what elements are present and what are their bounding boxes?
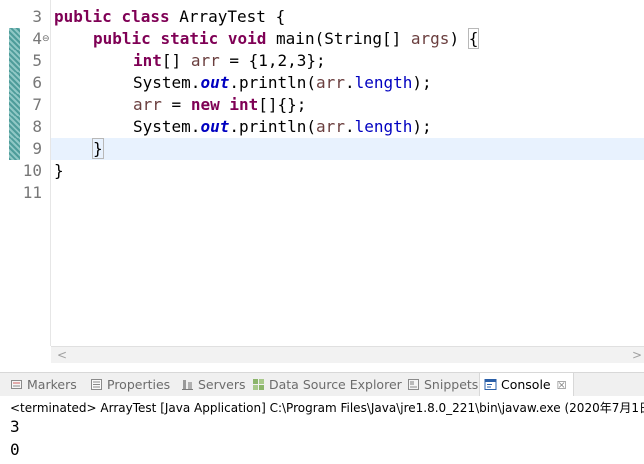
scroll-left-icon[interactable]: < bbox=[57, 347, 67, 363]
line-number: 10 bbox=[22, 161, 42, 180]
change-marker bbox=[9, 28, 20, 50]
change-marker bbox=[9, 50, 20, 72]
code-line[interactable]: 10 } bbox=[0, 160, 644, 182]
horizontal-scrollbar[interactable]: < > bbox=[51, 346, 644, 363]
scroll-right-icon[interactable]: > bbox=[632, 347, 642, 363]
console-view[interactable]: <terminated> ArrayTest [Java Application… bbox=[0, 396, 644, 464]
tab-servers[interactable]: Servers bbox=[181, 373, 246, 397]
code-line-current[interactable]: 9 } bbox=[0, 138, 644, 160]
properties-icon bbox=[90, 375, 103, 390]
code-line[interactable]: 5 int[] arr = {1,2,3}; bbox=[0, 50, 644, 72]
code-line[interactable]: 3 public class ArrayTest { bbox=[0, 6, 644, 28]
tab-snippets[interactable]: Snippets bbox=[407, 373, 478, 397]
change-marker bbox=[9, 138, 20, 160]
code-text: System.out.println(arr.length); bbox=[133, 117, 432, 136]
code-editor[interactable]: 2 3 public class ArrayTest { 4 ⊖ public … bbox=[0, 0, 644, 366]
code-line[interactable]: 7 arr = new int[]{}; bbox=[0, 94, 644, 116]
code-area[interactable]: } bbox=[51, 138, 644, 160]
code-area[interactable]: System.out.println(arr.length); bbox=[51, 116, 644, 138]
code-text: } bbox=[54, 161, 64, 180]
code-text: arr = new int[]{}; bbox=[133, 95, 307, 114]
code-line[interactable]: 8 System.out.println(arr.length); bbox=[0, 116, 644, 138]
tab-markers[interactable]: Markers bbox=[10, 373, 77, 397]
data-source-explorer-icon bbox=[252, 375, 265, 390]
code-area[interactable]: public class ArrayTest { bbox=[51, 6, 644, 28]
code-text: public class ArrayTest { bbox=[54, 7, 286, 26]
code-area[interactable]: int[] arr = {1,2,3}; bbox=[51, 50, 644, 72]
console-output-line: 3 bbox=[10, 417, 20, 436]
code-line[interactable]: 4 ⊖ public static void main(String[] arg… bbox=[0, 28, 644, 50]
code-area[interactable]: System.out.println(arr.length); bbox=[51, 72, 644, 94]
line-number: 6 bbox=[32, 73, 42, 92]
code-text: } bbox=[92, 138, 104, 159]
line-number: 8 bbox=[32, 117, 42, 136]
snippets-icon bbox=[407, 375, 420, 390]
change-marker bbox=[9, 72, 20, 94]
line-number: 3 bbox=[32, 7, 42, 26]
line-number: 7 bbox=[32, 95, 42, 114]
code-area[interactable]: public static void main(String[] args) { bbox=[51, 28, 644, 50]
tab-console[interactable]: Console ☒ bbox=[479, 373, 574, 398]
tab-properties[interactable]: Properties bbox=[90, 373, 170, 397]
line-number: 9 bbox=[32, 139, 42, 158]
tab-data-source-explorer[interactable]: Data Source Explorer bbox=[252, 373, 402, 397]
servers-icon bbox=[181, 375, 194, 390]
code-line[interactable]: 6 System.out.println(arr.length); bbox=[0, 72, 644, 94]
code-area[interactable]: arr = new int[]{}; bbox=[51, 94, 644, 116]
close-icon[interactable]: ☒ bbox=[557, 379, 567, 392]
code-line[interactable]: 11 bbox=[0, 182, 644, 204]
code-text: System.out.println(arr.length); bbox=[133, 73, 432, 92]
change-marker bbox=[9, 94, 20, 116]
line-number: 4 bbox=[32, 29, 42, 48]
view-tabs-bar: Markers Properties Servers Data Source E… bbox=[0, 372, 644, 398]
code-area[interactable]: } bbox=[51, 160, 644, 182]
code-text: public static void main(String[] args) { bbox=[93, 28, 480, 49]
line-number: 11 bbox=[22, 183, 42, 202]
console-icon bbox=[484, 375, 497, 390]
code-text: int[] arr = {1,2,3}; bbox=[133, 51, 326, 70]
console-status: <terminated> ArrayTest [Java Application… bbox=[10, 401, 644, 415]
change-marker bbox=[9, 116, 20, 138]
markers-icon bbox=[10, 375, 23, 389]
line-number: 5 bbox=[32, 51, 42, 70]
console-output-line: 0 bbox=[10, 440, 20, 459]
